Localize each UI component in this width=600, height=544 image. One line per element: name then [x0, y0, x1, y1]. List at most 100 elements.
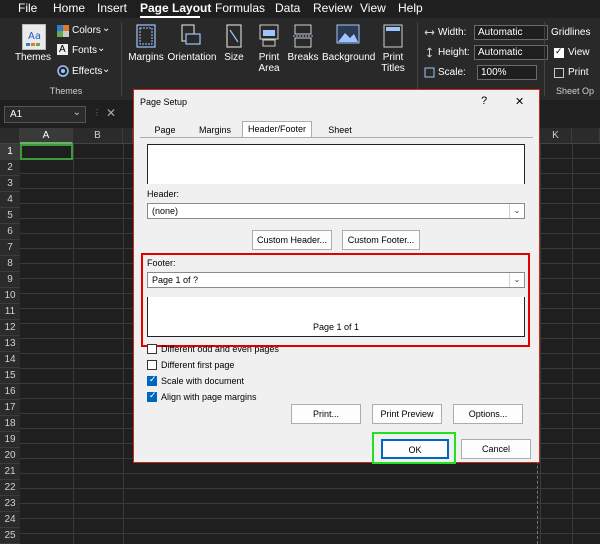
- tab-margins[interactable]: Margins: [194, 123, 236, 138]
- menu-review[interactable]: Review: [313, 1, 352, 15]
- row-header[interactable]: 2: [0, 160, 20, 176]
- menu-data[interactable]: Data: [275, 1, 300, 15]
- gridlines-print-checkbox[interactable]: [554, 68, 564, 78]
- header-select[interactable]: (none) ⌄: [147, 203, 525, 219]
- margins-icon: [136, 24, 156, 48]
- print-button[interactable]: Print...: [291, 404, 361, 424]
- footer-preview-text: Page 1 of 1: [312, 322, 360, 332]
- size-icon: [226, 24, 242, 48]
- page-setup-dialog: Page Setup ? ✕ Page Margins Header/Foote…: [133, 89, 540, 464]
- menu-page-layout[interactable]: Page Layout: [140, 1, 211, 15]
- row-header[interactable]: 15: [0, 368, 20, 384]
- row-header[interactable]: 9: [0, 272, 20, 288]
- row-header[interactable]: 21: [0, 464, 20, 480]
- row-header[interactable]: 25: [0, 528, 20, 544]
- themes-group-label: Themes: [49, 86, 83, 96]
- row-header[interactable]: 16: [0, 384, 20, 400]
- options-button[interactable]: Options...: [453, 404, 523, 424]
- row-header[interactable]: 13: [0, 336, 20, 352]
- fonts-icon: A: [57, 44, 68, 55]
- chevron-down-icon: ⌄: [509, 204, 524, 218]
- row-header[interactable]: 19: [0, 432, 20, 448]
- dialog-title: Page Setup: [140, 97, 188, 107]
- name-box-value: A1: [10, 109, 23, 120]
- close-icon[interactable]: ✕: [515, 95, 524, 108]
- custom-header-button[interactable]: Custom Header...: [252, 230, 332, 250]
- print-preview-button[interactable]: Print Preview: [372, 404, 442, 424]
- grid-column-line: [540, 144, 541, 544]
- background-label: Background: [322, 52, 376, 63]
- name-box[interactable]: A1 ⌄: [4, 106, 86, 123]
- row-header[interactable]: 8: [0, 256, 20, 272]
- svg-text:Aa: Aa: [28, 31, 41, 42]
- row-header[interactable]: 20: [0, 448, 20, 464]
- gridlines-label: Gridlines: [551, 27, 591, 38]
- footer-preview: Page 1 of 1: [147, 297, 525, 337]
- align-margins-label: Align with page margins: [161, 392, 257, 402]
- row-header[interactable]: 7: [0, 240, 20, 256]
- odd-even-checkbox[interactable]: [147, 344, 157, 354]
- menu-formulas[interactable]: Formulas: [215, 1, 265, 15]
- grid-column-line: [572, 144, 573, 544]
- gridlines-view-checkbox[interactable]: ✓: [554, 46, 564, 58]
- menu-home[interactable]: Home: [53, 1, 85, 15]
- ok-button[interactable]: OK: [381, 439, 449, 459]
- row-header[interactable]: 23: [0, 496, 20, 512]
- tab-page[interactable]: Page: [150, 123, 180, 138]
- themes-label: Themes: [14, 52, 52, 63]
- help-button[interactable]: ?: [481, 95, 487, 107]
- row-header[interactable]: 1: [0, 144, 20, 160]
- cancel-entry-icon[interactable]: ✕: [106, 106, 116, 120]
- custom-footer-button[interactable]: Custom Footer...: [342, 230, 420, 250]
- row-header[interactable]: 18: [0, 416, 20, 432]
- column-header-a[interactable]: A: [20, 128, 73, 144]
- row-header[interactable]: 22: [0, 480, 20, 496]
- select-all-corner[interactable]: [0, 128, 20, 144]
- width-select[interactable]: Automatic: [474, 25, 548, 40]
- themes-icon: Aa: [22, 24, 46, 50]
- cancel-button[interactable]: Cancel: [461, 439, 531, 459]
- ribbon-separator: [121, 22, 122, 96]
- tab-sheet[interactable]: Sheet: [322, 123, 358, 138]
- footer-value: Page 1 of ?: [152, 275, 199, 285]
- menu-view[interactable]: View: [360, 1, 386, 15]
- align-margins-checkbox[interactable]: [147, 390, 157, 402]
- row-header[interactable]: 17: [0, 400, 20, 416]
- odd-even-label: Different odd and even pages: [161, 344, 279, 354]
- checkmark-icon: ✓: [555, 46, 563, 56]
- row-header[interactable]: 24: [0, 512, 20, 528]
- row-header[interactable]: 12: [0, 320, 20, 336]
- breaks-icon: [293, 24, 313, 48]
- dialog-title-bar: Page Setup ? ✕: [134, 90, 539, 114]
- chevron-down-icon: ⌄: [509, 273, 524, 287]
- height-select[interactable]: Automatic: [474, 45, 548, 60]
- menu-bar: File Home Insert Page Layout Formulas Da…: [0, 0, 600, 18]
- row-header[interactable]: 4: [0, 192, 20, 208]
- column-header-c[interactable]: [123, 128, 133, 144]
- effects-icon: [57, 65, 69, 77]
- first-page-checkbox[interactable]: [147, 360, 157, 370]
- row-header[interactable]: 14: [0, 352, 20, 368]
- scale-input[interactable]: 100%: [477, 65, 537, 80]
- menu-help[interactable]: Help: [398, 1, 423, 15]
- tab-header-footer[interactable]: Header/Footer: [242, 121, 312, 138]
- height-value: Automatic: [478, 47, 523, 58]
- row-header[interactable]: 5: [0, 208, 20, 224]
- row-header[interactable]: 6: [0, 224, 20, 240]
- column-header-b[interactable]: B: [73, 128, 123, 144]
- height-icon: [427, 47, 432, 58]
- row-header[interactable]: 3: [0, 176, 20, 192]
- chevron-down-icon: ⌄: [102, 23, 111, 34]
- menu-insert[interactable]: Insert: [97, 1, 127, 15]
- scale-with-document-checkbox[interactable]: [147, 374, 157, 386]
- row-header[interactable]: 10: [0, 288, 20, 304]
- selected-cell-a1[interactable]: [20, 144, 73, 160]
- print-titles-label: Print Titles: [381, 52, 405, 74]
- grid-column-line: [73, 144, 74, 544]
- row-header[interactable]: 11: [0, 304, 20, 320]
- column-header-k[interactable]: K: [540, 128, 572, 144]
- column-header-l[interactable]: [572, 128, 600, 144]
- footer-select[interactable]: Page 1 of ? ⌄: [147, 272, 525, 288]
- effects-label: Effects: [72, 66, 103, 77]
- menu-file[interactable]: File: [18, 1, 37, 15]
